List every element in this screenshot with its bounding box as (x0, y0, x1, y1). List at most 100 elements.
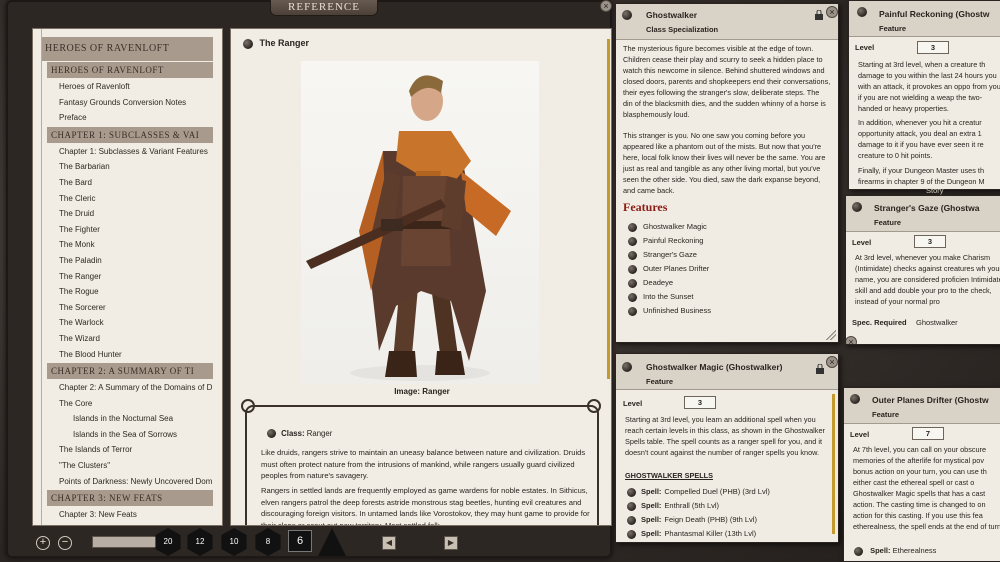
toc-item[interactable]: Heroes of Ravenloft (33, 79, 222, 95)
outer-planes-drifter-card[interactable]: Outer Planes Drifter (Ghostw Feature Lev… (843, 387, 1000, 562)
prev-page-button[interactable]: ◀ (382, 536, 396, 550)
toc-top-header[interactable]: HEROES OF RAVENLOFT (41, 37, 213, 61)
magic-lock-icon[interactable] (816, 364, 824, 374)
story-tab[interactable]: Story (926, 186, 944, 195)
magic-close-icon[interactable]: × (826, 356, 838, 368)
toc-section-header[interactable]: CHAPTER 2: A SUMMARY OF TI (47, 363, 213, 380)
drifter-level-value[interactable]: 7 (912, 427, 944, 440)
toc-item[interactable]: The Wizard (33, 331, 222, 347)
spell-item[interactable]: Spell: Compelled Duel (PHB) (3rd Lvl) (627, 485, 770, 499)
toc-item[interactable]: Chapter 3: New Feats (33, 507, 222, 523)
zoom-out-icon[interactable]: − (58, 536, 72, 550)
spell-item[interactable]: Spell: Phantasmal Killer (13th Lvl) (627, 527, 770, 541)
ranger-image[interactable] (301, 61, 539, 384)
toc-item[interactable]: The Islands of Terror (33, 442, 222, 458)
spell-item[interactable]: Spell: Enthrall (5th Lvl) (627, 499, 770, 513)
strangers-gaze-card[interactable]: Stranger's Gaze (Ghostwa Feature Level 3… (845, 195, 1000, 345)
ghostwalker-magic-card[interactable]: Ghostwalker Magic (Ghostwalker) Feature … (615, 353, 839, 543)
feature-link-icon[interactable] (628, 278, 637, 288)
d8-die-icon[interactable]: 8 (255, 528, 281, 556)
toc-section-header[interactable]: HEROES OF RAVENLOFT (47, 62, 213, 78)
toc-item[interactable]: The Core (33, 396, 222, 412)
magic-level-value[interactable]: 3 (684, 396, 716, 409)
feature-link-icon[interactable] (628, 236, 637, 246)
lock-icon[interactable] (815, 10, 823, 20)
feature-item[interactable]: Ghostwalker Magic (628, 220, 711, 234)
d4-die-icon[interactable] (318, 528, 346, 556)
toc-item[interactable]: The Monk (33, 237, 222, 253)
toc-item[interactable]: The Ranger (33, 269, 222, 285)
toc-section-header[interactable]: CHAPTER 3: NEW FEATS (47, 490, 213, 507)
reference-window-tab[interactable]: REFERENCE (270, 0, 378, 16)
feature-item[interactable]: Deadeye (628, 276, 711, 290)
painful-card-header: Painful Reckoning (Ghostw Feature (849, 1, 1000, 37)
toc-item[interactable]: Islands in the Nocturnal Sea (33, 411, 222, 427)
feature-item[interactable]: Outer Planes Drifter (628, 262, 711, 276)
toc-item[interactable]: Islands in the Sea of Sorrows (33, 427, 222, 443)
magic-link-icon[interactable] (622, 362, 632, 372)
modifier-box[interactable]: 6 (288, 530, 312, 552)
toc-item[interactable]: The Barbarian (33, 159, 222, 175)
toc-section-header[interactable]: CHAPTER 1: SUBCLASSES & VAI (47, 126, 213, 143)
d12-die-icon[interactable]: 12 (187, 528, 213, 556)
feature-link-icon[interactable] (628, 306, 637, 316)
stranger-close-icon[interactable]: × (846, 336, 857, 344)
painful-paragraph-1: Starting at 3rd level, when a creature t… (858, 60, 1000, 113)
painful-link-icon[interactable] (857, 7, 867, 17)
feature-item[interactable]: Painful Reckoning (628, 234, 711, 248)
painful-reckoning-card[interactable]: Painful Reckoning (Ghostw Feature Level … (848, 0, 1000, 190)
painful-title: Painful Reckoning (Ghostw (879, 9, 990, 19)
painful-level-label: Level (855, 43, 875, 52)
feature-link-icon[interactable] (628, 292, 637, 302)
feature-link-icon[interactable] (628, 222, 637, 232)
reference-close-icon[interactable]: × (600, 0, 612, 12)
feature-link-icon[interactable] (628, 250, 637, 260)
feature-link-icon[interactable] (628, 264, 637, 274)
toc-item[interactable]: The Druid (33, 206, 222, 222)
stranger-level-value[interactable]: 3 (914, 235, 946, 248)
d10-die-icon[interactable]: 10 (221, 528, 247, 556)
content-panel: The Ranger Image: Ranger Class: Ranger L… (230, 28, 612, 526)
spell-link-icon[interactable] (627, 529, 636, 539)
toc-item[interactable]: Preface (33, 110, 222, 126)
toc-item[interactable]: The Fighter (33, 222, 222, 238)
toc-item[interactable]: The Cleric (33, 191, 222, 207)
spell-link-icon[interactable] (627, 515, 636, 525)
drifter-paragraph-1: At 7th level, you can call on your obscu… (853, 445, 1000, 531)
class-line: Class: Ranger (267, 428, 332, 440)
resize-grip-icon[interactable] (826, 330, 836, 340)
content-scrollbar[interactable] (607, 39, 610, 379)
feature-item[interactable]: Into the Sunset (628, 290, 711, 304)
toc-item[interactable]: The Paladin (33, 253, 222, 269)
class-link-icon[interactable] (267, 429, 276, 439)
spell-name: Feign Death (PHB) (9th Lvl) (664, 515, 757, 524)
toc-item[interactable]: "The Clusters" (33, 458, 222, 474)
magic-scrollbar[interactable] (832, 394, 835, 534)
toc-item[interactable]: The Warlock (33, 315, 222, 331)
next-page-button[interactable]: ▶ (444, 536, 458, 550)
spell-item[interactable]: Spell: Feign Death (PHB) (9th Lvl) (627, 513, 770, 527)
toc-item[interactable]: The Sorcerer (33, 300, 222, 316)
toc-item[interactable]: The Bard (33, 175, 222, 191)
d20-die-icon[interactable]: 20 (155, 528, 181, 556)
stranger-link-icon[interactable] (852, 202, 862, 212)
toc-item[interactable]: Points of Darkness: Newly Uncovered Dom (33, 474, 222, 490)
toc-item[interactable]: Chapter 1: Subclasses & Variant Features (33, 144, 222, 160)
spell-link-icon[interactable] (627, 501, 636, 511)
painful-level-value[interactable]: 3 (917, 41, 949, 54)
ghostwalker-link-icon[interactable] (622, 10, 632, 20)
spell-link-icon[interactable] (627, 487, 636, 497)
feature-item[interactable]: Stranger's Gaze (628, 248, 711, 262)
ghostwalker-close-icon[interactable]: × (826, 6, 838, 18)
drifter-link-icon[interactable] (850, 394, 860, 404)
feature-item[interactable]: Unfinished Business (628, 304, 711, 318)
toc-item[interactable]: The Rogue (33, 284, 222, 300)
zoom-in-icon[interactable]: + (36, 536, 50, 550)
toc-item[interactable]: Chapter 2: A Summary of the Domains of D (33, 380, 222, 396)
toc-panel[interactable]: HEROES OF RAVENLOFT HEROES OF RAVENLOFT H… (32, 28, 223, 526)
toc-item[interactable]: Fantasy Grounds Conversion Notes (33, 95, 222, 111)
link-bullet-icon[interactable] (243, 38, 253, 49)
toc-item[interactable]: The Blood Hunter (33, 347, 222, 363)
drifter-spell-link-icon[interactable] (854, 546, 863, 556)
ghostwalker-card[interactable]: Ghostwalker Class Specialization × The m… (615, 3, 839, 343)
